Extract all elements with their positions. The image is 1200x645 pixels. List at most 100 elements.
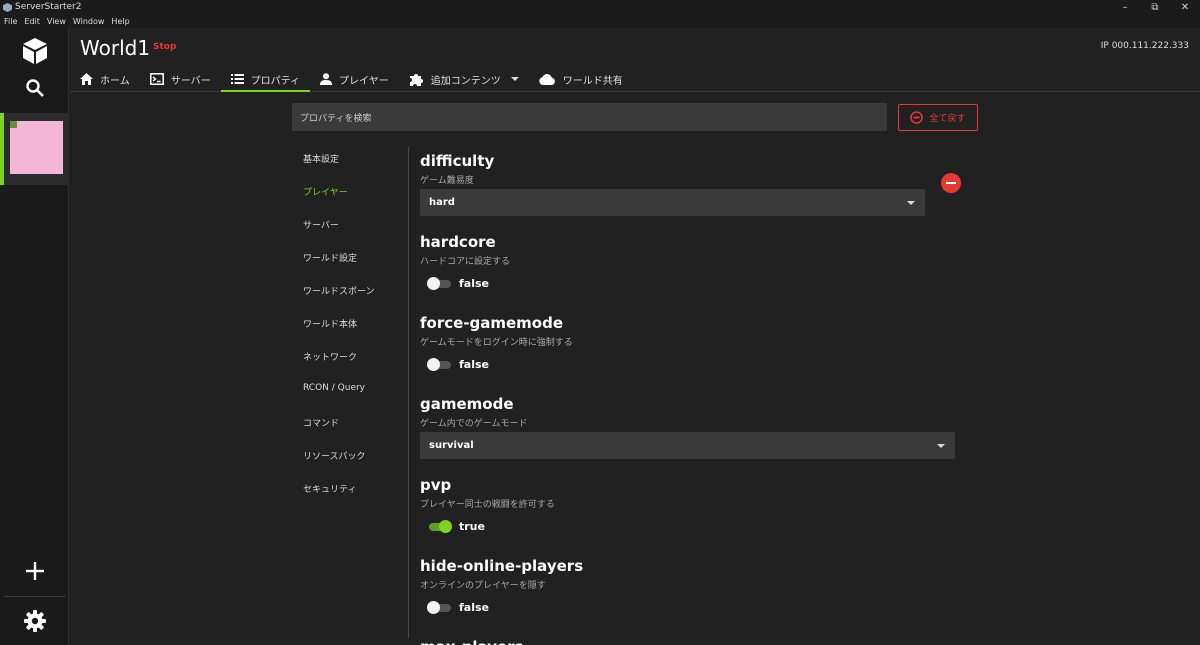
minimize-button[interactable]: – [1110, 2, 1140, 13]
property-description: ゲーム難易度 [420, 176, 474, 186]
app-icon [3, 2, 12, 12]
property-name: difficulty [420, 152, 495, 170]
title-bar: ServerStarter2 – ⧉ ✕ [0, 0, 1200, 14]
window-title: ServerStarter2 [15, 2, 82, 12]
property-max-players-name: max-players [420, 638, 523, 645]
chevron-down-icon [937, 443, 945, 448]
category-player[interactable]: プレイヤー [303, 185, 398, 218]
menu-bar: File Edit View Window Help [0, 14, 1200, 28]
category-world-settings[interactable]: ワールド設定 [303, 251, 398, 284]
tab-home[interactable]: ホーム [70, 66, 140, 92]
home-icon [80, 73, 93, 85]
tab-world-share[interactable]: ワールド共有 [529, 66, 633, 92]
property-name: hardcore [420, 233, 496, 251]
property-hardcore: hardcore ハードコアに設定する false [420, 233, 925, 293]
tab-addons-label: 追加コンテンツ [430, 75, 501, 87]
toggle-value: false [459, 600, 489, 614]
list-icon [230, 74, 244, 84]
select-value: survival [429, 440, 474, 451]
category-world-body[interactable]: ワールド本体 [303, 317, 398, 350]
menu-window[interactable]: Window [73, 17, 105, 26]
cloud-icon [539, 73, 555, 85]
toggle-value: true [459, 519, 485, 533]
maximize-button[interactable]: ⧉ [1140, 2, 1170, 13]
property-force-gamemode: force-gamemode ゲームモードをログイン時に強制する false [420, 314, 925, 374]
selected-indicator [0, 113, 4, 185]
gamemode-select[interactable]: survival [420, 432, 955, 459]
hide-online-players-toggle[interactable] [427, 600, 453, 614]
world-header: World1 Stop IP 000.111.222.333 ホーム サーバー … [70, 28, 1200, 92]
category-security[interactable]: セキュリティ [303, 482, 398, 515]
property-name: force-gamemode [420, 314, 564, 332]
settings-button[interactable] [0, 609, 69, 633]
ip-address: IP 000.111.222.333 [1100, 41, 1189, 51]
property-search-input[interactable]: プロパティを検索 [292, 103, 887, 131]
property-name: pvp [420, 476, 452, 494]
property-description: ハードコアに設定する [420, 257, 511, 267]
category-world-spawn[interactable]: ワールドスポーン [303, 284, 398, 317]
menu-help[interactable]: Help [111, 17, 129, 26]
category-server[interactable]: サーバー [303, 218, 398, 251]
force-gamemode-toggle[interactable] [427, 357, 453, 371]
tab-server[interactable]: サーバー [140, 66, 221, 92]
property-hide-online-players: hide-online-players オンラインのプレイヤーを隠す false [420, 557, 925, 617]
close-button[interactable]: ✕ [1170, 2, 1200, 13]
property-name: hide-online-players [420, 557, 584, 575]
rail-divider [4, 596, 66, 597]
cube-icon [22, 38, 47, 64]
property-difficulty: difficulty ゲーム難易度 hard [420, 152, 925, 216]
chevron-down-icon [907, 200, 915, 205]
plus-icon [25, 562, 44, 580]
tab-players-label: プレイヤー [339, 75, 389, 87]
property-name: gamemode [420, 395, 514, 413]
reset-all-label: 全て戻す [929, 114, 966, 124]
toggle-value: false [459, 357, 489, 371]
property-description: ゲーム内でのゲームモード [420, 419, 528, 429]
side-rail [0, 28, 69, 645]
category-network[interactable]: ネットワーク [303, 350, 398, 383]
world-name: World1 [80, 36, 151, 60]
toggle-value: false [459, 276, 489, 290]
property-description: オンラインのプレイヤーを隠す [420, 581, 546, 591]
server-status: Stop [153, 42, 177, 52]
add-world-button[interactable] [0, 560, 69, 582]
tab-bar: ホーム サーバー プロパティ プレイヤー 追加コンテンツ ワールド共有 [70, 66, 633, 92]
tab-home-label: ホーム [100, 75, 130, 87]
property-pvp: pvp プレイヤー同士の戦闘を許可する true [420, 476, 925, 536]
puzzle-icon [409, 73, 423, 86]
search-button[interactable] [0, 76, 69, 100]
reset-all-button[interactable]: 全て戻す [898, 104, 978, 131]
select-value: hard [429, 197, 455, 208]
property-description: ゲームモードをログイン時に強制する [420, 338, 573, 348]
minus-icon [946, 182, 956, 184]
logo-button[interactable] [0, 34, 69, 68]
person-icon [320, 73, 333, 85]
category-rcon-query[interactable]: RCON / Query [303, 383, 398, 416]
tab-properties[interactable]: プロパティ [220, 66, 311, 92]
tab-players[interactable]: プレイヤー [310, 66, 399, 92]
world-thumbnail-world1[interactable] [0, 113, 69, 185]
difficulty-select[interactable]: hard [420, 189, 925, 216]
category-basic[interactable]: 基本設定 [303, 152, 398, 185]
category-resource-pack[interactable]: リソースパック [303, 449, 398, 482]
tab-server-label: サーバー [170, 75, 211, 87]
terminal-icon [149, 73, 164, 85]
menu-edit[interactable]: Edit [24, 17, 40, 26]
hardcore-toggle[interactable] [427, 276, 453, 290]
chevron-down-icon [510, 77, 519, 81]
category-nav: 基本設定 プレイヤー サーバー ワールド設定 ワールドスポーン ワールド本体 ネ… [303, 152, 398, 515]
cherry-blossom-thumbnail [10, 121, 63, 174]
pvp-toggle[interactable] [427, 519, 453, 533]
reset-icon [910, 111, 924, 124]
tab-properties-label: プロパティ [250, 75, 301, 87]
gear-icon [23, 610, 46, 632]
category-commands[interactable]: コマンド [303, 416, 398, 449]
tab-addons[interactable]: 追加コンテンツ [399, 66, 529, 92]
menu-view[interactable]: View [47, 17, 66, 26]
remove-property-button[interactable] [941, 173, 961, 193]
search-icon [25, 79, 44, 97]
category-divider [408, 147, 409, 638]
property-description: プレイヤー同士の戦闘を許可する [420, 500, 555, 510]
menu-file[interactable]: File [4, 17, 17, 26]
tab-world-share-label: ワールド共有 [562, 75, 623, 87]
